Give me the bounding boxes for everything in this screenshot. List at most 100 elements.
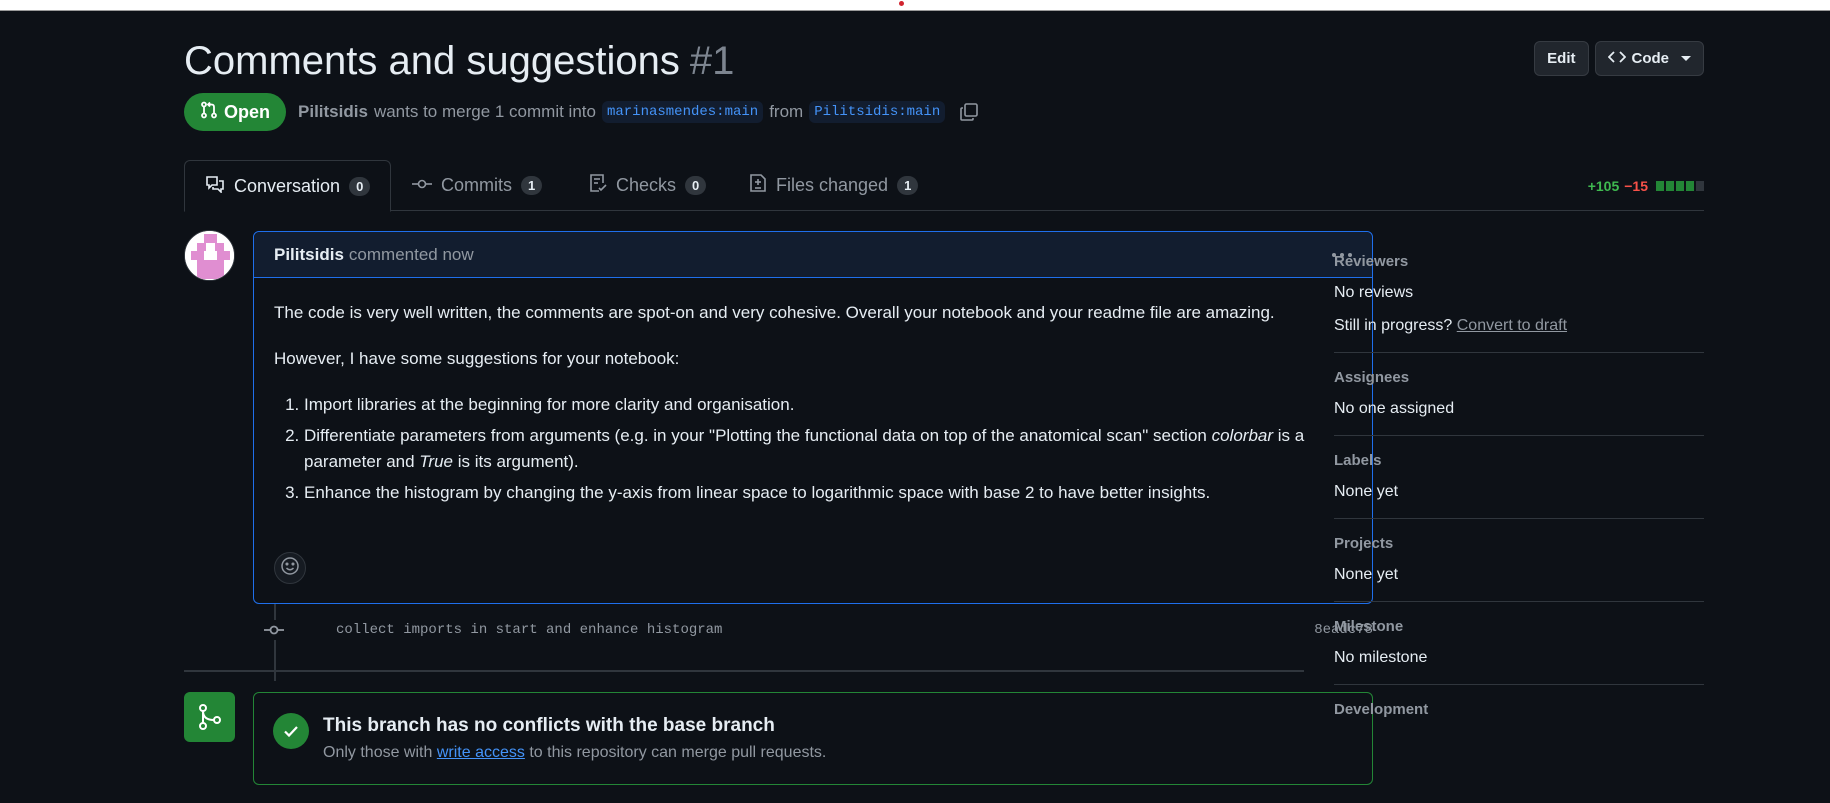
git-commit-icon [264,620,284,640]
sidebar-labels: Labels None yet [1334,436,1704,519]
labels-value: None yet [1334,483,1399,500]
copy-icon[interactable] [959,102,979,122]
sidebar-assignees: Assignees No one assigned [1334,353,1704,436]
tab-files-changed-count: 1 [897,176,919,195]
merge-status-box: This branch has no conflicts with the ba… [253,692,1373,785]
projects-value: None yet [1334,566,1399,583]
merge-text: wants to merge 1 commit into [373,102,596,121]
comment-discussion-icon [205,175,225,198]
list-item-emphasis: colorbar [1211,426,1274,445]
head-branch[interactable]: Pilitsidis:main [809,101,946,123]
smiley-icon [280,556,300,581]
draft-prefix: Still in progress? [1334,317,1453,334]
merge-status-subtitle: Only those with write access to this rep… [323,744,826,762]
edit-button[interactable]: Edit [1534,41,1589,76]
list-item-text: Differentiate parameters from arguments … [304,426,1212,445]
sidebar-heading-labels[interactable]: Labels [1334,452,1704,469]
timeline-commit: collect imports in start and enhance his… [264,618,1373,642]
tab-files-changed-label: Files changed [776,175,889,195]
chevron-down-icon [1681,56,1691,61]
sidebar-milestone: Milestone No milestone [1334,602,1704,685]
tab-conversation[interactable]: Conversation 0 [184,160,392,212]
list-item: Enhance the histogram by changing the y-… [304,480,1352,506]
sidebar-heading-projects[interactable]: Projects [1334,535,1704,552]
comment-author-link[interactable]: Pilitsidis [274,245,344,265]
diffstat: +105 −15 [1588,178,1704,194]
add-reaction-button[interactable] [274,552,306,584]
milestone-value: No milestone [1334,649,1428,666]
merge-status-title: This branch has no conflicts with the ba… [323,715,775,736]
diffstat-blocks [1656,181,1704,191]
checklist-icon [589,173,607,198]
merge-sub-text: Only those with [323,744,433,761]
tab-commits-count: 1 [521,176,543,195]
list-item-emphasis: True [419,452,453,471]
from-text: from [769,102,804,121]
sidebar-reviewers: Reviewers No reviews Still in progress? … [1334,239,1704,353]
pr-number: #1 [689,39,735,83]
diffstat-block [1686,181,1694,191]
sidebar-heading-reviewers[interactable]: Reviewers [1334,253,1704,270]
list-item: Import libraries at the beginning for mo… [304,392,1352,418]
list-item: Differentiate parameters from arguments … [304,423,1352,475]
comment-paragraph: The code is very well written, the comme… [274,303,1275,322]
merge-sub-text: to this repository can merge pull reques… [529,744,827,761]
diffstat-block [1656,181,1664,191]
sidebar-heading-milestone[interactable]: Milestone [1334,618,1704,635]
tab-checks[interactable]: Checks 0 [589,160,707,211]
file-diff-icon [749,173,767,198]
comment-paragraph: However, I have some suggestions for you… [274,349,680,368]
tab-conversation-count: 0 [349,176,371,196]
comment-card: Pilitsidis commented now The code is ver… [253,231,1373,604]
code-button-label: Code [1631,50,1670,67]
draft-prompt: Still in progress? Convert to draft [1334,316,1704,336]
sidebar-heading-assignees[interactable]: Assignees [1334,369,1704,386]
comment-header: Pilitsidis commented now [254,232,1372,278]
convert-to-draft-link[interactable]: Convert to draft [1457,317,1567,334]
identicon [185,231,234,280]
suggestion-list: Import libraries at the beginning for mo… [274,392,1352,506]
page-loading-indicator [899,1,904,6]
header-actions: Edit Code [1534,41,1704,76]
pr-author-link[interactable]: Pilitsidis [298,102,368,122]
tab-checks-count: 0 [685,176,707,195]
code-icon [1607,49,1626,69]
base-branch[interactable]: marinasmendes:main [601,101,764,123]
pr-sidebar: Reviewers No reviews Still in progress? … [1334,239,1704,747]
status-label: Open [224,101,271,122]
pr-meta: Pilitsidis wants to merge 1 commit into … [298,101,979,123]
check-icon [273,713,309,749]
reviewers-value: No reviews [1334,284,1414,301]
tab-checks-label: Checks [616,175,677,195]
comment-timestamp[interactable]: commented now [349,245,474,265]
edit-button-label: Edit [1547,50,1576,67]
diffstat-block [1676,181,1684,191]
commit-message-link[interactable]: collect imports in start and enhance his… [336,622,722,638]
pull-request-page: Comments and suggestions #1 Edit Code Ope… [184,11,1704,803]
write-access-link[interactable]: write access [437,744,525,761]
pr-state-row: Open Pilitsidis wants to merge 1 commit … [184,93,979,131]
git-merge-icon [184,692,235,742]
git-pull-request-icon [200,101,218,124]
pr-tabs: Conversation 0 Commits 1 Checks 0 Files … [184,160,1704,212]
tab-files-changed[interactable]: Files changed 1 [749,160,919,211]
sidebar-heading-development[interactable]: Development [1334,701,1704,718]
list-item-text: is its argument). [453,452,579,471]
timeline-divider [184,670,1304,672]
code-button[interactable]: Code [1594,41,1704,76]
pr-title: Comments and suggestions [184,39,680,83]
tab-commits-label: Commits [441,175,512,195]
page-title: Comments and suggestions #1 [184,37,734,85]
comment-body: The code is very well written, the comme… [254,278,1372,506]
tab-conversation-label: Conversation [234,175,341,196]
browser-top-strip [0,0,1830,11]
avatar[interactable] [184,230,235,281]
tab-commits[interactable]: Commits 1 [412,160,543,211]
sidebar-development: Development [1334,685,1704,747]
diffstat-deletions: −15 [1624,178,1648,194]
git-commit-icon [412,175,432,196]
diffstat-block [1696,181,1704,191]
assignees-value: No one assigned [1334,400,1455,417]
diffstat-block [1666,181,1674,191]
sidebar-projects: Projects None yet [1334,519,1704,602]
